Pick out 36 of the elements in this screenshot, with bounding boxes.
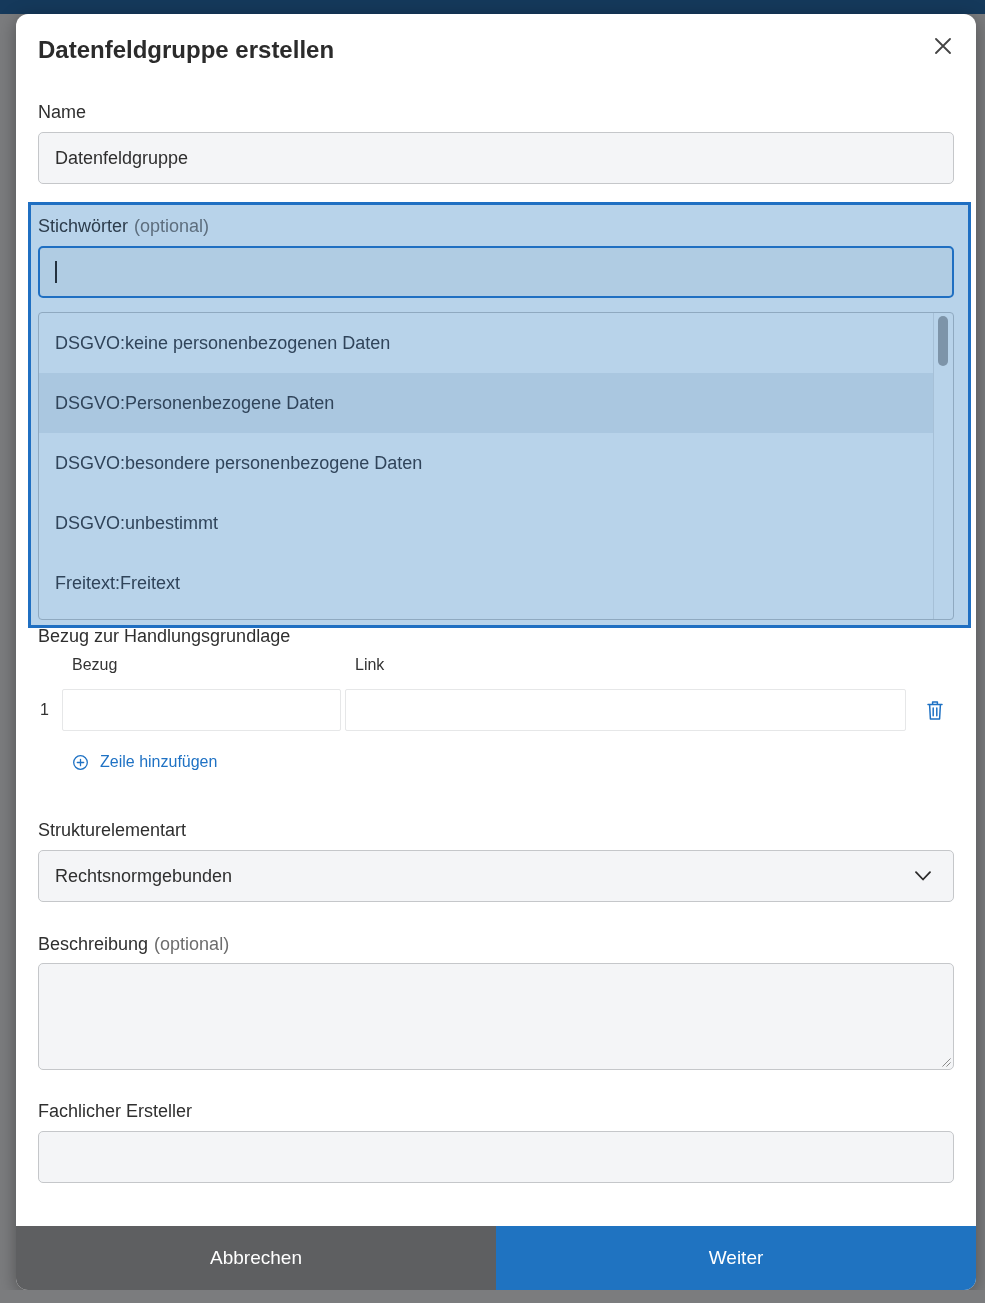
section-label: Bezug zur Handlungsgrundlage [38,625,291,647]
cancel-button[interactable]: Abbrechen [16,1226,496,1290]
dropdown-option[interactable]: DSGVO:keine personenbezogenen Daten [39,313,933,373]
table-input[interactable] [345,689,906,731]
creator-input[interactable] [38,1131,954,1183]
field-label: Name [38,101,86,123]
dialog-title: Datenfeldgruppe erstellen [38,36,335,64]
table-input[interactable] [62,689,341,731]
field-label: Strukturelementart [38,819,187,841]
row-number: 1 [39,701,50,719]
keyword-input[interactable] [38,246,954,298]
select-field[interactable]: Rechtsnormgebunden [38,850,954,902]
close-button[interactable] [935,38,951,54]
column-header: Bezug [72,656,118,673]
plus-circle-icon [73,754,88,770]
description-textarea[interactable] [38,963,954,1070]
field-label: Fachlicher Ersteller [38,1100,193,1122]
chevron-down-icon [915,871,931,881]
field-label: Stichwörter [38,215,129,237]
resize-handle-icon[interactable] [942,1058,951,1067]
close-icon [935,38,951,54]
dropdown-option[interactable]: DSGVO:unbestimmt [39,493,933,553]
text-caret-icon [55,261,57,283]
dropdown-option[interactable]: DSGVO:Personenbezogene Daten [39,373,933,433]
dropdown-option[interactable]: DSGVO:besondere personenbezogene Daten [39,433,933,493]
field-label: Beschreibung [38,933,149,955]
trash-icon [927,700,943,720]
scrollbar-thumb[interactable] [938,316,948,366]
column-header: Link [355,656,385,673]
name-input[interactable]: Datenfeldgruppe [38,132,954,184]
optional-hint: (optional) [154,933,230,955]
add-row-button[interactable]: Zeile hinzufügen [73,752,218,772]
next-button[interactable]: Weiter [496,1226,976,1290]
dropdown-option[interactable]: Freitext:Freitext [39,553,933,613]
delete-row-button[interactable] [927,700,943,720]
optional-hint: (optional) [134,215,210,237]
